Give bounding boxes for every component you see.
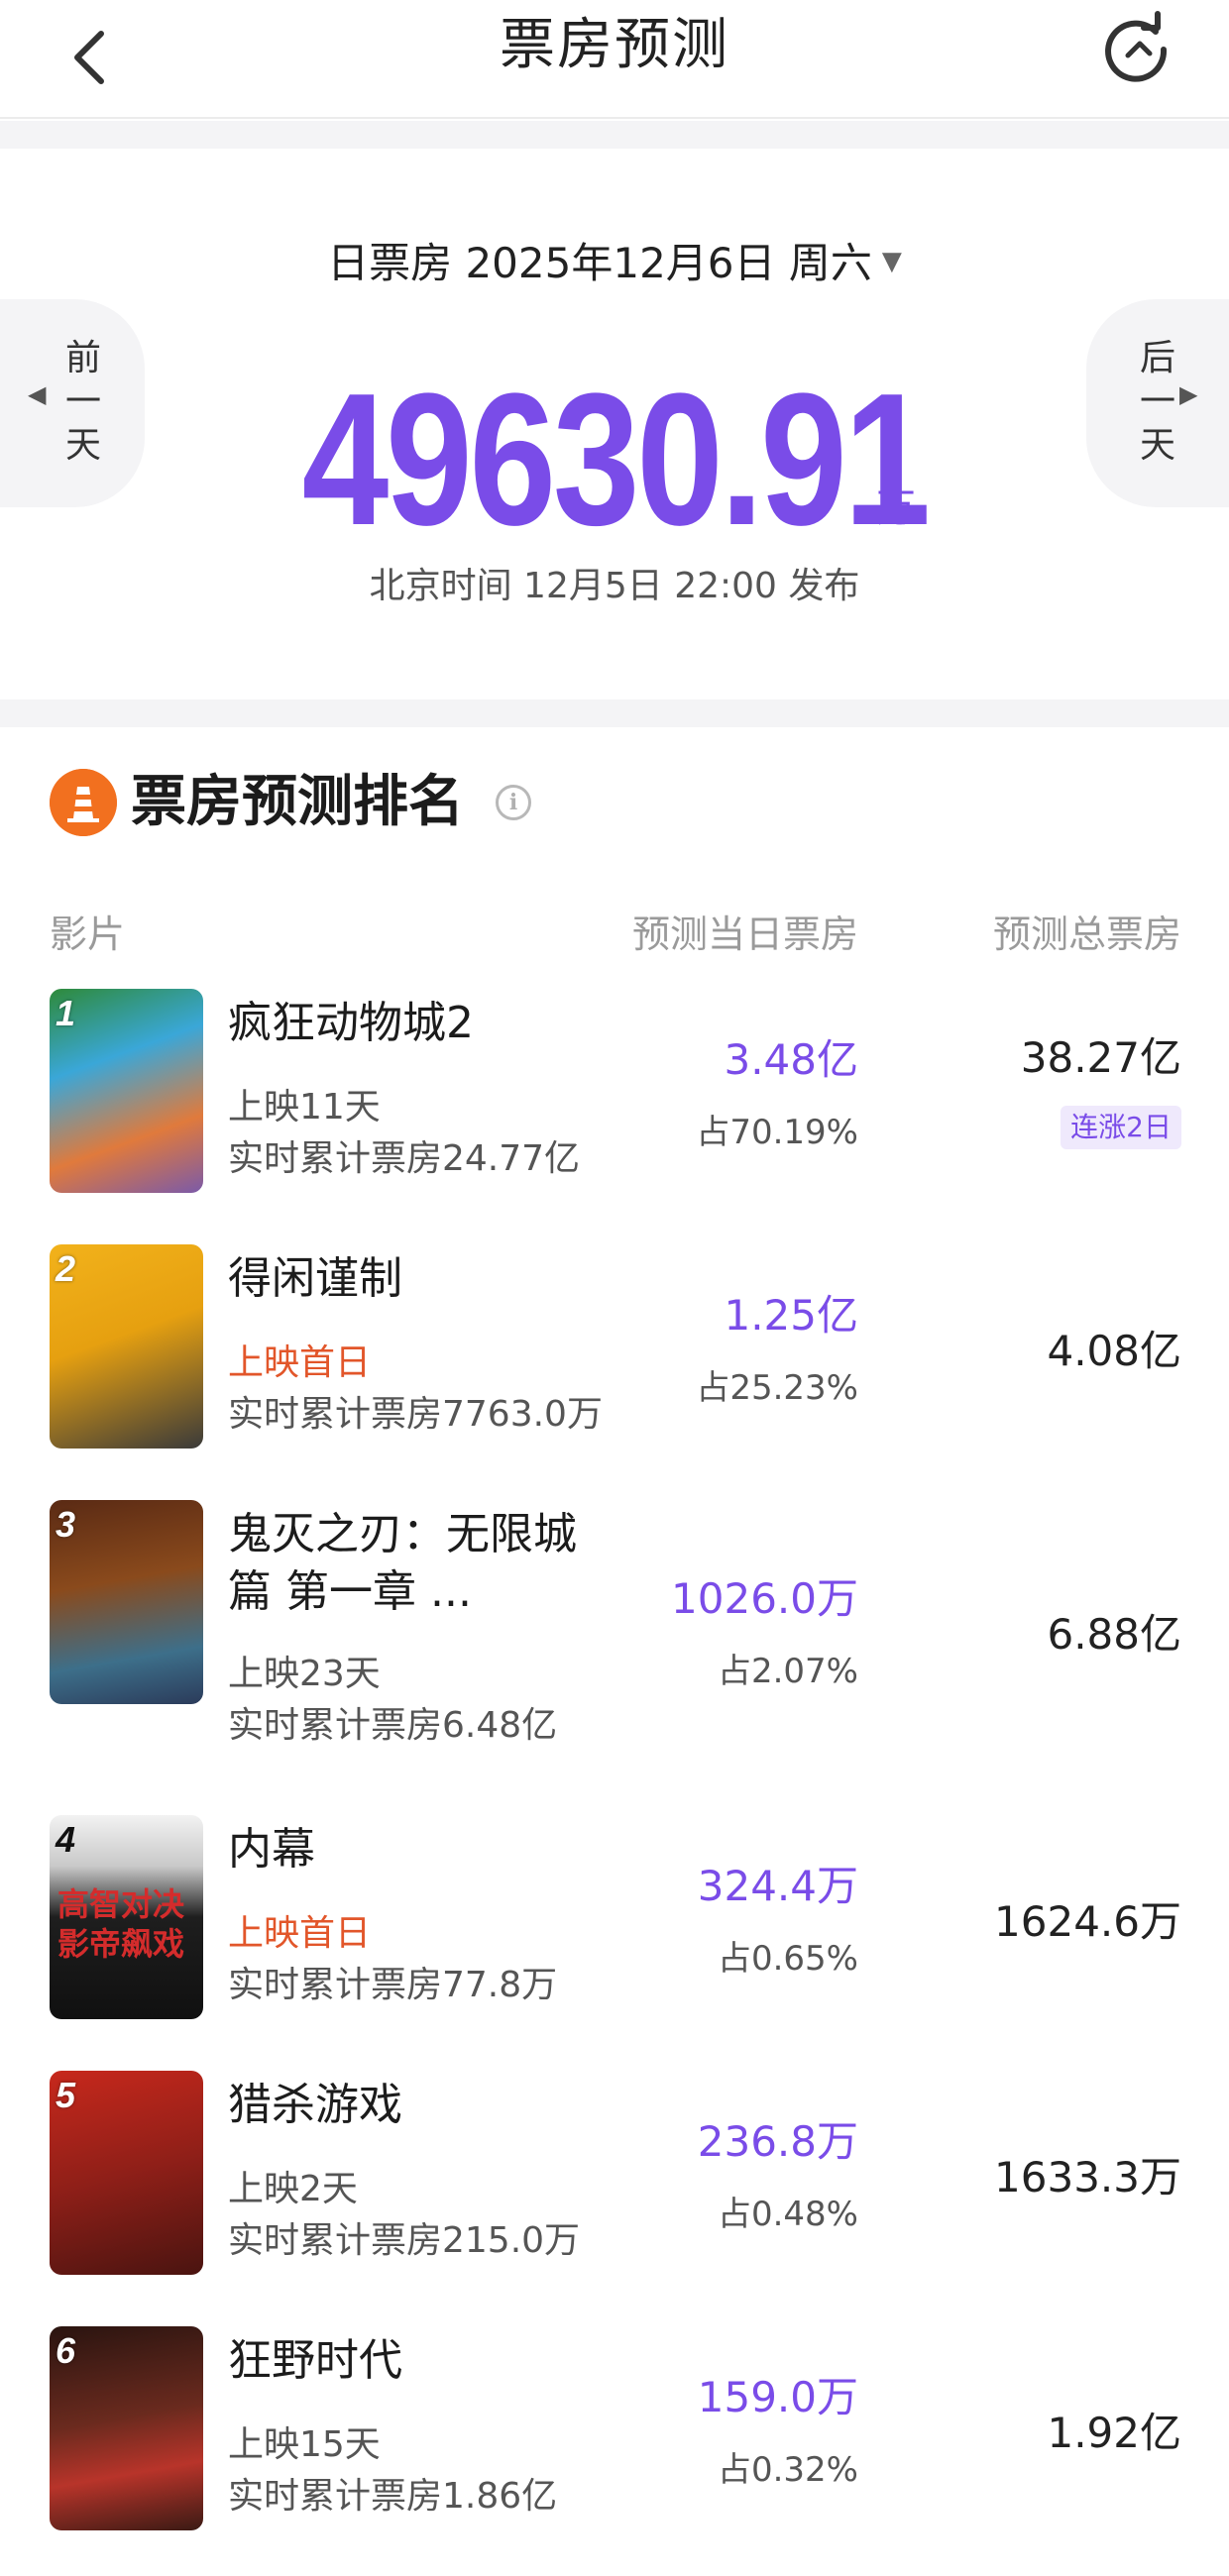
movie-poster: 4 高智对决 影帝飙戏 — [50, 1815, 203, 2019]
movie-title: 得闲谨制 — [228, 1253, 402, 1304]
market-share: 占0.65% — [717, 1939, 858, 1979]
cumulative-box-office: 实时累计票房77.8万 — [228, 1965, 558, 2005]
movie-poster: 6 — [50, 2326, 203, 2530]
movie-poster: 2 — [50, 1244, 203, 1449]
predicted-day-box-office: 159.0万 — [697, 2373, 858, 2421]
lighthouse-icon — [50, 769, 117, 836]
total-unit: 万 — [876, 485, 916, 531]
top-bar: 票房预测 — [0, 0, 1229, 119]
movie-title: 鬼灭之刃：无限城篇 第一章 ... — [228, 1509, 577, 1617]
ranking-title: 票房预测排名 — [131, 770, 464, 834]
movie-title: 狂野时代 — [228, 2335, 402, 2386]
market-share: 占70.19% — [696, 1113, 858, 1152]
date-label: 日票房 2025年12月6日 周六 — [327, 239, 872, 287]
predicted-day-box-office: 236.8万 — [697, 2117, 858, 2166]
movie-row[interactable]: 3 鬼灭之刃：无限城篇 第一章 ... 上映23天 实时累计票房6.48亿 10… — [0, 1500, 1229, 1787]
section-gap — [0, 121, 1229, 149]
column-header-film: 影片 — [50, 912, 126, 956]
predicted-total-box-office: 6.88亿 — [1047, 1610, 1181, 1659]
market-share: 占25.23% — [696, 1368, 858, 1408]
market-share: 占2.07% — [717, 1652, 858, 1691]
cumulative-box-office: 实时累计票房24.77亿 — [228, 1138, 581, 1179]
release-status: 上映首日 — [228, 1342, 372, 1383]
movie-poster: 3 — [50, 1500, 203, 1704]
movie-row[interactable]: 5 猎杀游戏 上映2天 实时累计票房215.0万 236.8万 占0.48% 1… — [0, 2071, 1229, 2326]
movie-row[interactable]: 2 得闲谨制 上映首日 实时累计票房7763.0万 1.25亿 占25.23% … — [0, 1244, 1229, 1500]
predicted-total-box-office: 1.92亿 — [1047, 2409, 1181, 2457]
rank-number: 2 — [56, 1248, 76, 1289]
release-status: 上映15天 — [228, 2424, 381, 2465]
total-box-office: 49630.91 万 — [0, 361, 1229, 559]
column-header-total: 预测总票房 — [992, 912, 1181, 956]
predicted-day-box-office: 3.48亿 — [724, 1035, 858, 1084]
market-share: 占0.32% — [717, 2450, 858, 2490]
release-status: 上映23天 — [228, 1654, 381, 1694]
movie-row[interactable]: 4 高智对决 影帝飙戏 内幕 上映首日 实时累计票房77.8万 324.4万 占… — [0, 1815, 1229, 2071]
predicted-day-box-office: 1.25亿 — [724, 1291, 858, 1340]
cumulative-box-office: 实时累计票房6.48亿 — [228, 1705, 558, 1746]
refresh-icon[interactable] — [1098, 10, 1173, 85]
column-header-day: 预测当日票房 — [631, 912, 858, 956]
release-status: 上映2天 — [228, 2169, 358, 2209]
date-selector[interactable]: 日票房 2025年12月6日 周六 ▼ — [0, 234, 1229, 291]
cumulative-box-office: 实时累计票房215.0万 — [228, 2220, 581, 2261]
daily-box-office-panel: 日票房 2025年12月6日 周六 ▼ ◀ 前一天 后一天 ▶ 49630.91 … — [0, 149, 1229, 699]
section-gap — [0, 699, 1229, 727]
movie-poster: 1 — [50, 989, 203, 1193]
market-share: 占0.48% — [717, 2195, 858, 2234]
movie-title: 猎杀游戏 — [228, 2080, 402, 2130]
trend-badge: 连涨2日 — [1061, 1106, 1181, 1149]
predicted-day-box-office: 324.4万 — [697, 1862, 858, 1910]
page-title: 票房预测 — [500, 13, 729, 77]
movie-row[interactable]: 6 狂野时代 上映15天 实时累计票房1.86亿 159.0万 占0.32% 1… — [0, 2326, 1229, 2576]
info-icon[interactable]: i — [496, 785, 531, 820]
movie-title: 疯狂动物城2 — [228, 998, 474, 1048]
predicted-total-box-office: 1624.6万 — [994, 1897, 1181, 1946]
release-status: 上映首日 — [228, 1913, 372, 1954]
rank-number: 3 — [56, 1504, 76, 1545]
total-value: 49630.91 — [301, 355, 931, 565]
movie-poster: 5 — [50, 2071, 203, 2275]
movie-row[interactable]: 1 疯狂动物城2 上映11天 实时累计票房24.77亿 3.48亿 占70.19… — [0, 989, 1229, 1244]
release-status: 上映11天 — [228, 1087, 381, 1127]
cumulative-box-office: 实时累计票房7763.0万 — [228, 1394, 603, 1435]
predicted-day-box-office: 1026.0万 — [671, 1574, 858, 1623]
rank-number: 4 — [56, 1819, 76, 1860]
rank-number: 6 — [56, 2330, 76, 2371]
publish-time: 北京时间 12月5日 22:00 发布 — [369, 566, 860, 606]
rank-number: 5 — [56, 2075, 76, 2115]
predicted-total-box-office: 1633.3万 — [994, 2153, 1181, 2201]
cumulative-box-office: 实时累计票房1.86亿 — [228, 2476, 558, 2517]
dropdown-caret-icon: ▼ — [881, 247, 902, 276]
predicted-total-box-office: 4.08亿 — [1047, 1327, 1181, 1375]
predicted-total-box-office: 38.27亿 — [1020, 1033, 1181, 1082]
poster-tagline: 高智对决 影帝飙戏 — [57, 1885, 185, 1963]
movie-title: 内幕 — [228, 1824, 315, 1875]
rank-number: 1 — [56, 993, 76, 1033]
